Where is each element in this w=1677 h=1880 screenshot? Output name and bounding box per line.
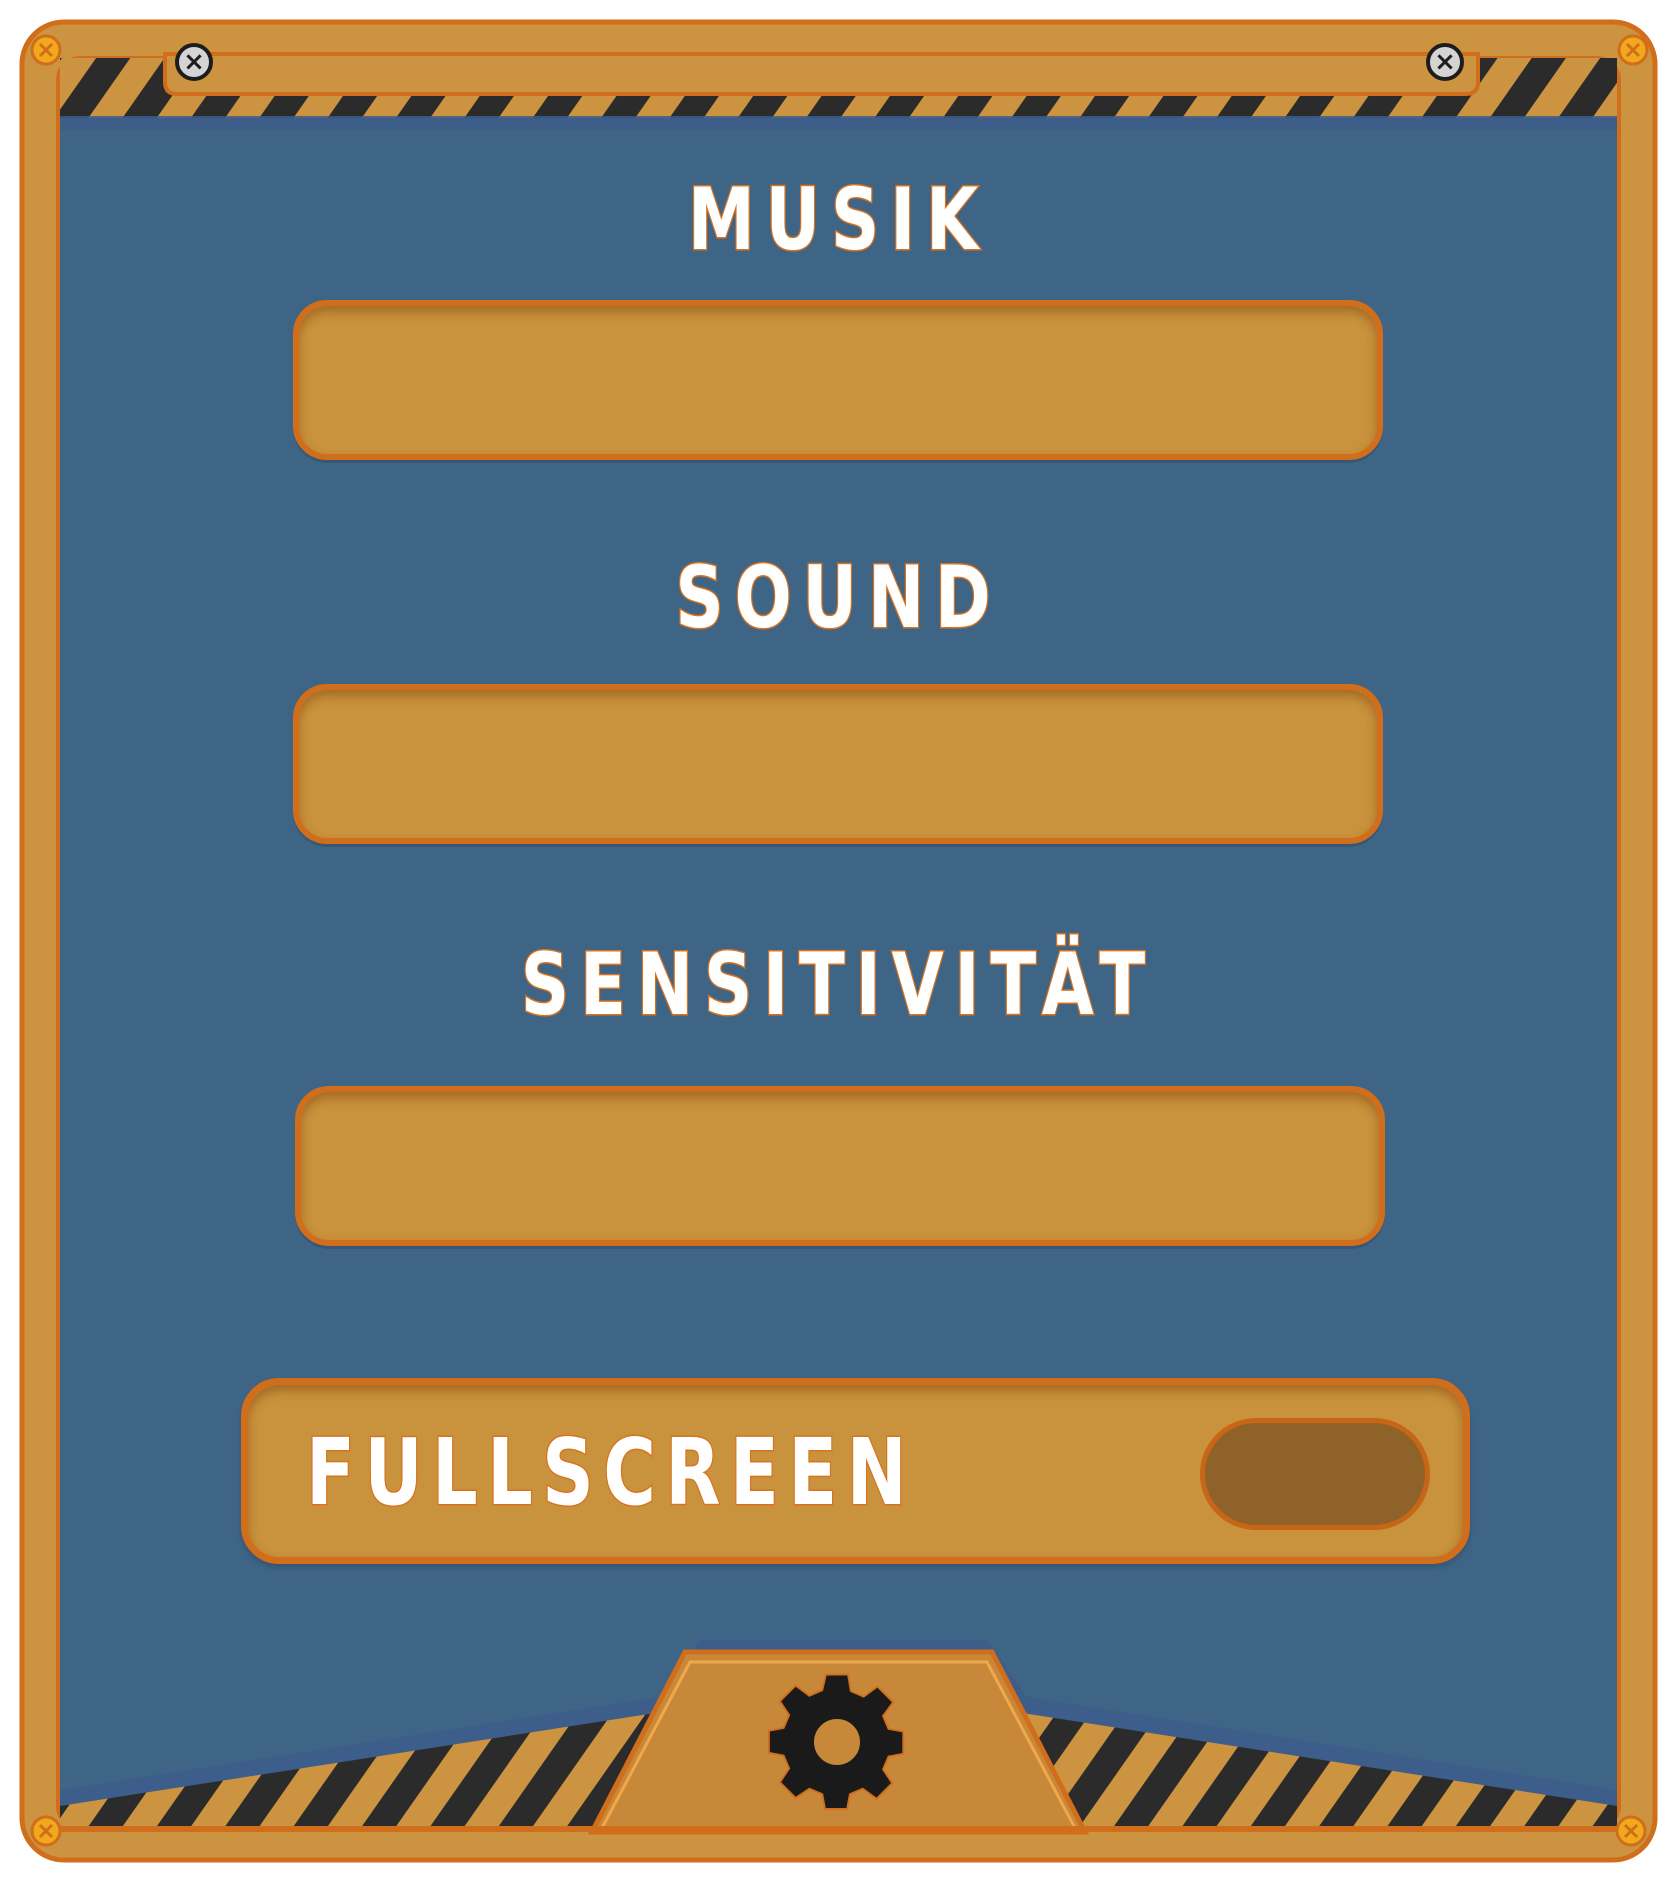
fullscreen-label: FULLSCREEN xyxy=(305,1418,917,1528)
fullscreen-toggle[interactable] xyxy=(1200,1418,1430,1530)
close-icon[interactable]: × xyxy=(1426,43,1464,81)
sensitivity-slider[interactable] xyxy=(295,1086,1385,1246)
sound-slider[interactable] xyxy=(293,684,1383,844)
sensitivity-label: SENSITIVITÄT xyxy=(520,934,1157,1037)
bolt-icon xyxy=(1617,34,1649,66)
bolt-icon xyxy=(1615,1815,1647,1847)
bolt-icon xyxy=(30,1815,62,1847)
music-slider[interactable] xyxy=(293,300,1383,460)
settings-panel: × × MUSIK SOUND SENSITIVITÄT FULLSCREEN xyxy=(0,0,1677,1880)
fullscreen-row: FULLSCREEN xyxy=(241,1378,1470,1564)
sound-label: SOUND xyxy=(674,547,1002,650)
close-icon[interactable]: × xyxy=(175,43,213,81)
music-label: MUSIK xyxy=(687,169,990,272)
gear-icon[interactable] xyxy=(762,1667,912,1817)
bolt-icon xyxy=(30,34,62,66)
